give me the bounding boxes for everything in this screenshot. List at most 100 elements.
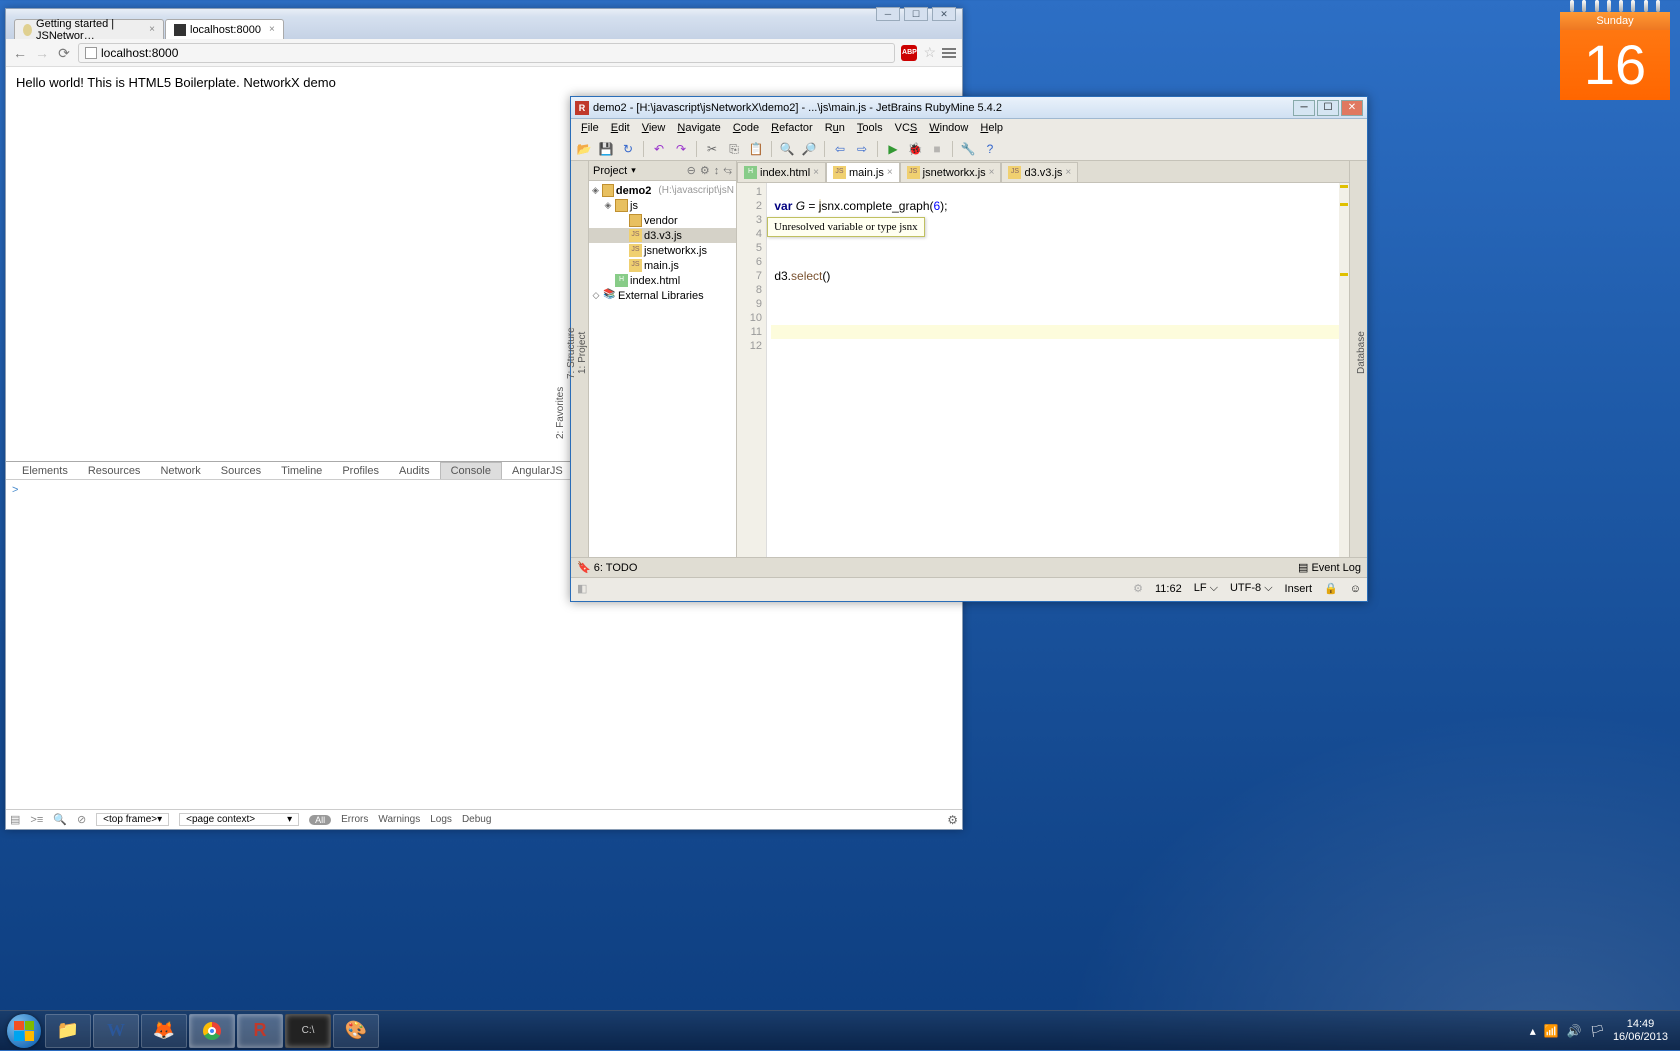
- rail-project[interactable]: 1: Project: [577, 169, 588, 537]
- tree-file-main[interactable]: JSmain.js: [589, 258, 736, 273]
- close-icon[interactable]: ×: [887, 167, 893, 178]
- status-encoding[interactable]: UTF-8 ⌵: [1230, 582, 1273, 595]
- minimize-button[interactable]: ─: [1293, 100, 1315, 116]
- close-icon[interactable]: ×: [1065, 167, 1071, 178]
- minimize-button[interactable]: ─: [876, 7, 900, 21]
- search-icon[interactable]: 🔍: [53, 813, 67, 826]
- rail-database[interactable]: Database: [1356, 169, 1367, 537]
- tray-network-icon[interactable]: 📶: [1544, 1024, 1559, 1038]
- tree-external-libs[interactable]: ◇📚External Libraries: [589, 288, 736, 303]
- run-icon[interactable]: ▶: [884, 140, 902, 158]
- context-selector[interactable]: <page context>▾: [179, 813, 299, 826]
- tab-close-icon[interactable]: ×: [149, 24, 155, 35]
- browser-tab-active[interactable]: localhost:8000 ×: [165, 19, 284, 39]
- menu-window[interactable]: Window: [923, 121, 974, 135]
- bookmark-star-icon[interactable]: ☆: [923, 44, 936, 61]
- tree-root[interactable]: ◈demo2 (H:\javascript\jsN: [589, 183, 736, 198]
- tray-volume-icon[interactable]: 🔊: [1567, 1024, 1582, 1038]
- devtools-tab-profiles[interactable]: Profiles: [332, 463, 389, 479]
- find-icon[interactable]: 🔍: [778, 140, 796, 158]
- cut-icon[interactable]: ✂: [703, 140, 721, 158]
- right-tool-rail[interactable]: Database: [1349, 161, 1367, 557]
- tree-folder-vendor[interactable]: vendor: [589, 213, 736, 228]
- close-button[interactable]: ✕: [932, 7, 956, 21]
- autoscroll-icon[interactable]: ↕: [714, 165, 720, 177]
- status-inspect-icon[interactable]: ☺: [1350, 583, 1361, 595]
- status-lock-icon[interactable]: 🔒: [1324, 582, 1338, 595]
- project-tree[interactable]: ◈demo2 (H:\javascript\jsN ◈js vendor JSd…: [589, 181, 736, 305]
- forward-icon[interactable]: →: [34, 45, 50, 61]
- error-stripe[interactable]: [1339, 183, 1349, 557]
- editor-tab-d3[interactable]: JSd3.v3.js×: [1001, 162, 1078, 182]
- back-nav-icon[interactable]: ⇦: [831, 140, 849, 158]
- tab-close-icon[interactable]: ×: [269, 24, 275, 35]
- drawer-icon[interactable]: ▤: [10, 813, 20, 826]
- taskbar-word[interactable]: W: [93, 1014, 139, 1048]
- rail-favorites[interactable]: 2: Favorites: [555, 289, 566, 537]
- filter-all[interactable]: All: [309, 815, 331, 825]
- maximize-button[interactable]: ☐: [904, 7, 928, 21]
- event-log[interactable]: ▤ Event Log: [1298, 561, 1361, 574]
- menu-navigate[interactable]: Navigate: [671, 121, 726, 135]
- menu-run[interactable]: Run: [819, 121, 851, 135]
- menu-code[interactable]: Code: [727, 121, 765, 135]
- project-view-label[interactable]: Project: [593, 165, 627, 177]
- code-content[interactable]: var G = jsnx.complete_graph(6); d3.selec…: [767, 183, 1349, 557]
- taskbar-cmd[interactable]: C:\: [285, 1014, 331, 1048]
- tray-action-center-icon[interactable]: 🏳: [1590, 1024, 1605, 1038]
- taskbar-rubymine[interactable]: R: [237, 1014, 283, 1048]
- menu-vcs[interactable]: VCS: [889, 121, 924, 135]
- taskbar-paint[interactable]: 🎨: [333, 1014, 379, 1048]
- editor-tab-jsnetworkx[interactable]: JSjsnetworkx.js×: [900, 162, 1002, 182]
- undo-icon[interactable]: ↶: [650, 140, 668, 158]
- tree-file-index[interactable]: Hindex.html: [589, 273, 736, 288]
- taskbar-chrome[interactable]: [189, 1014, 235, 1048]
- back-icon[interactable]: ←: [12, 45, 28, 61]
- frame-selector[interactable]: <top frame>▾: [96, 813, 169, 826]
- status-insert-mode[interactable]: Insert: [1285, 583, 1313, 595]
- devtools-tab-elements[interactable]: Elements: [12, 463, 78, 479]
- hide-icon[interactable]: ⥃: [723, 164, 732, 177]
- redo-icon[interactable]: ↷: [672, 140, 690, 158]
- taskbar-firefox[interactable]: 🦊: [141, 1014, 187, 1048]
- reload-icon[interactable]: ⟳: [56, 45, 72, 61]
- close-icon[interactable]: ×: [989, 167, 995, 178]
- adblock-icon[interactable]: ABP: [901, 45, 917, 61]
- menu-help[interactable]: Help: [974, 121, 1009, 135]
- chrome-titlebar[interactable]: ─ ☐ ✕: [6, 9, 962, 17]
- code-editor[interactable]: 123456789101112 var G = jsnx.complete_gr…: [737, 183, 1349, 557]
- filter-logs[interactable]: Logs: [430, 814, 452, 825]
- left-tool-rail[interactable]: 1: Project 7: Structure 2: Favorites: [571, 161, 589, 557]
- menu-tools[interactable]: Tools: [851, 121, 889, 135]
- editor-tab-index[interactable]: Hindex.html×: [737, 162, 826, 182]
- start-button[interactable]: [4, 1011, 44, 1051]
- fwd-nav-icon[interactable]: ⇨: [853, 140, 871, 158]
- replace-icon[interactable]: 🔎: [800, 140, 818, 158]
- menu-file[interactable]: File: [575, 121, 605, 135]
- devtools-tab-timeline[interactable]: Timeline: [271, 463, 332, 479]
- status-position[interactable]: 11:62: [1155, 583, 1182, 595]
- filter-errors[interactable]: Errors: [341, 814, 368, 825]
- copy-icon[interactable]: ⎘: [725, 140, 743, 158]
- settings-gear-icon[interactable]: ⚙: [947, 813, 958, 827]
- maximize-button[interactable]: ☐: [1317, 100, 1339, 116]
- clear-icon[interactable]: ⊘: [77, 813, 86, 826]
- tree-file-d3[interactable]: JSd3.v3.js: [589, 228, 736, 243]
- devtools-tab-console[interactable]: Console: [440, 462, 502, 479]
- stop-icon[interactable]: ■: [928, 140, 946, 158]
- menu-refactor[interactable]: Refactor: [765, 121, 819, 135]
- settings-icon[interactable]: 🔧: [959, 140, 977, 158]
- tree-folder-js[interactable]: ◈js: [589, 198, 736, 213]
- help-icon[interactable]: ?: [981, 140, 999, 158]
- tray-show-hidden-icon[interactable]: ▴: [1530, 1024, 1536, 1038]
- paste-icon[interactable]: 📋: [747, 140, 765, 158]
- menu-view[interactable]: View: [636, 121, 672, 135]
- tray-clock[interactable]: 14:4916/06/2013: [1613, 1018, 1668, 1044]
- debug-icon[interactable]: 🐞: [906, 140, 924, 158]
- browser-tab[interactable]: Getting started | JSNetwor… ×: [14, 19, 164, 39]
- tree-file-jsnetworkx[interactable]: JSjsnetworkx.js: [589, 243, 736, 258]
- sync-icon[interactable]: ↻: [619, 140, 637, 158]
- ide-titlebar[interactable]: R demo2 - [H:\javascript\jsNetworkX\demo…: [571, 97, 1367, 119]
- rail-structure[interactable]: 7: Structure: [566, 169, 577, 537]
- devtools-tab-audits[interactable]: Audits: [389, 463, 440, 479]
